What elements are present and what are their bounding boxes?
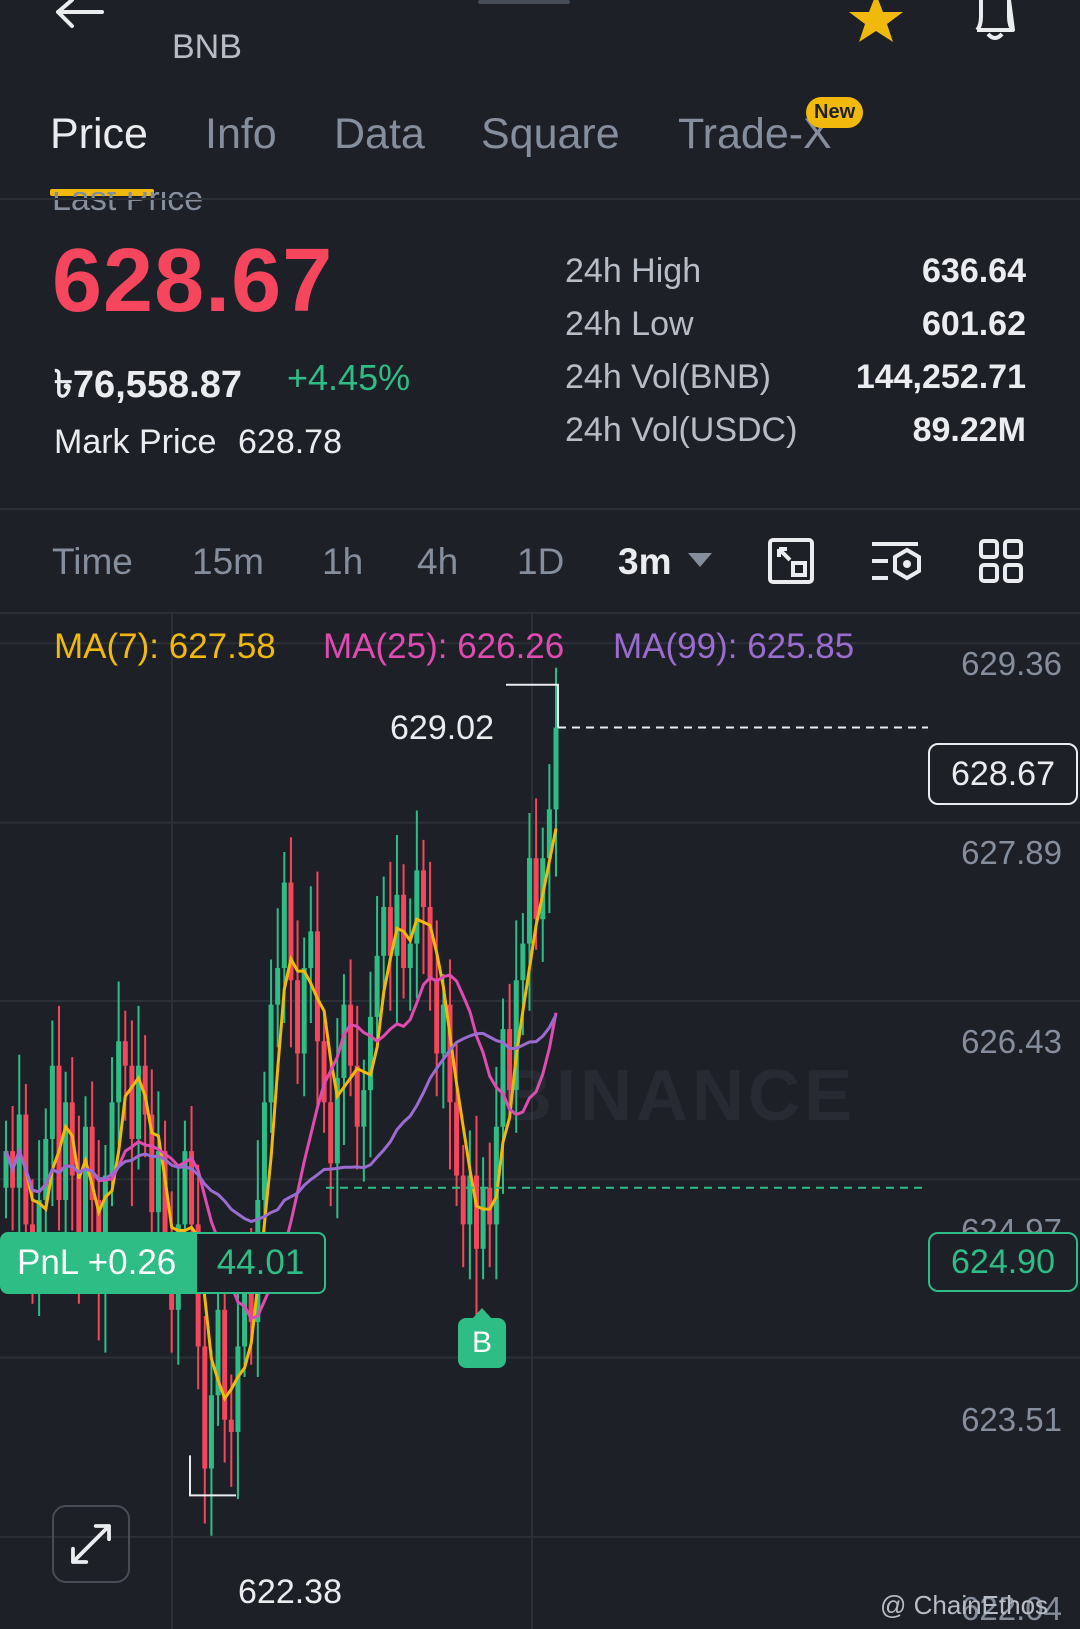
candle-body xyxy=(116,1041,122,1103)
fiat-price: ৳76,558.87 xyxy=(54,364,242,406)
interval-4h[interactable]: 4h xyxy=(417,541,458,583)
candle-body xyxy=(235,1346,241,1432)
last-price: 628.67 xyxy=(52,231,334,331)
candle-body xyxy=(434,980,440,1054)
candle-body xyxy=(308,931,314,969)
candle-body xyxy=(275,968,281,1005)
candle-body xyxy=(328,1102,334,1164)
candle-body xyxy=(281,882,287,969)
symbol-name: BNB xyxy=(172,28,242,66)
indicator-settings-icon[interactable] xyxy=(870,538,922,584)
candle-body xyxy=(367,1016,373,1091)
mark-price-value: 628.78 xyxy=(238,423,342,461)
candle-body xyxy=(228,1419,234,1432)
candle-body xyxy=(202,1346,208,1469)
tab-info[interactable]: Info xyxy=(205,110,277,159)
ma7-legend: MA(7): 627.58 xyxy=(54,627,276,666)
candle-body xyxy=(553,727,559,810)
candle-body xyxy=(122,1041,128,1066)
current-price-tag: 628.67 xyxy=(928,743,1078,805)
watermark: BINANCE xyxy=(500,1056,857,1136)
candle-body xyxy=(407,943,413,969)
price-change-percent: +4.45% xyxy=(287,357,411,398)
price-type-selector[interactable]: Last Price xyxy=(52,192,272,212)
candle-body xyxy=(394,894,400,956)
star-icon[interactable] xyxy=(845,0,907,42)
interval-1h[interactable]: 1h xyxy=(322,541,363,583)
candle-body xyxy=(526,858,532,944)
candle-body xyxy=(76,1175,82,1237)
stat-label-24h-vol-bnb: 24h Vol(BNB) xyxy=(565,358,771,396)
y-axis-tick: 626.43 xyxy=(961,1023,1062,1060)
candle-body xyxy=(49,1065,55,1139)
tab-price[interactable]: Price xyxy=(50,110,148,159)
divider xyxy=(0,508,1080,510)
candle-body xyxy=(361,1090,367,1127)
chart-type-icon[interactable] xyxy=(768,538,814,584)
candle-body xyxy=(460,1175,466,1225)
mark-price-label: Mark Price xyxy=(54,423,217,461)
back-arrow-icon[interactable] xyxy=(52,0,112,40)
y-axis-tick: 623.51 xyxy=(961,1401,1062,1438)
candle-body xyxy=(420,870,426,907)
candle-body xyxy=(56,1065,62,1200)
tab-data[interactable]: Data xyxy=(334,110,425,159)
fullscreen-button[interactable] xyxy=(52,1505,130,1583)
candle-body xyxy=(129,1065,135,1139)
stat-label-24h-high: 24h High xyxy=(565,252,702,290)
stat-label-24h-low: 24h Low xyxy=(565,305,694,343)
candle-body xyxy=(414,870,420,944)
candle-body xyxy=(381,906,387,956)
sheet-handle xyxy=(478,0,570,4)
candle-body xyxy=(268,1004,274,1103)
candle-body xyxy=(109,1102,115,1176)
candle-body xyxy=(427,906,433,981)
stat-value-24h-vol-bnb: 144,252.71 xyxy=(855,358,1026,396)
candle-body xyxy=(454,1102,460,1176)
candle-body xyxy=(261,1102,267,1200)
expand-icon xyxy=(71,1524,111,1564)
stat-value-24h-vol-usdc: 89.22M xyxy=(912,411,1026,449)
pnl-label[interactable]: PnL +0.26 xyxy=(0,1232,197,1294)
candle-body xyxy=(354,1065,360,1127)
position-quantity[interactable]: 44.01 xyxy=(197,1232,326,1294)
interval-15m[interactable]: 15m xyxy=(192,541,264,583)
stat-value-24h-low: 601.62 xyxy=(922,305,1026,343)
tab-square[interactable]: Square xyxy=(481,110,620,159)
y-axis-tick: 629.36 xyxy=(961,645,1062,682)
credit-watermark: @ ChainEthos xyxy=(880,1590,1049,1620)
stat-value-24h-high: 636.64 xyxy=(922,252,1026,290)
candle-body xyxy=(222,1309,228,1420)
candle-body xyxy=(473,1175,479,1249)
ma99-legend: MA(99): 625.85 xyxy=(613,627,855,666)
candle-body xyxy=(480,1187,486,1249)
grid-layout-icon[interactable] xyxy=(978,538,1024,584)
candle-body xyxy=(374,955,380,1017)
candle-body xyxy=(208,1395,214,1469)
candle-body xyxy=(348,1004,354,1066)
ma25-legend: MA(25): 626.26 xyxy=(323,627,565,666)
caret-down-icon[interactable] xyxy=(688,553,712,569)
candle-body xyxy=(440,1004,446,1054)
candle-body xyxy=(155,1151,161,1213)
candle-body xyxy=(301,968,307,1054)
low-marker-label: 622.38 xyxy=(238,1573,342,1611)
stat-label-24h-vol-usdc: 24h Vol(USDC) xyxy=(565,411,798,449)
entry-price-tag: 624.90 xyxy=(928,1232,1078,1292)
interval-time[interactable]: Time xyxy=(52,541,133,583)
candle-body xyxy=(314,931,320,1042)
high-marker-label: 629.02 xyxy=(390,709,494,747)
divider xyxy=(0,198,1080,200)
new-badge: New xyxy=(806,97,864,128)
buy-marker[interactable]: B xyxy=(458,1318,506,1368)
interval-1d[interactable]: 1D xyxy=(517,541,564,583)
y-axis-tick: 627.89 xyxy=(961,834,1062,871)
bell-icon[interactable] xyxy=(965,0,1025,44)
interval-3m-dropdown[interactable]: 3m xyxy=(618,541,671,583)
candle-body xyxy=(63,1102,69,1200)
candle-body xyxy=(83,1126,89,1237)
candle-body xyxy=(295,980,301,1054)
candle-body xyxy=(520,943,526,981)
